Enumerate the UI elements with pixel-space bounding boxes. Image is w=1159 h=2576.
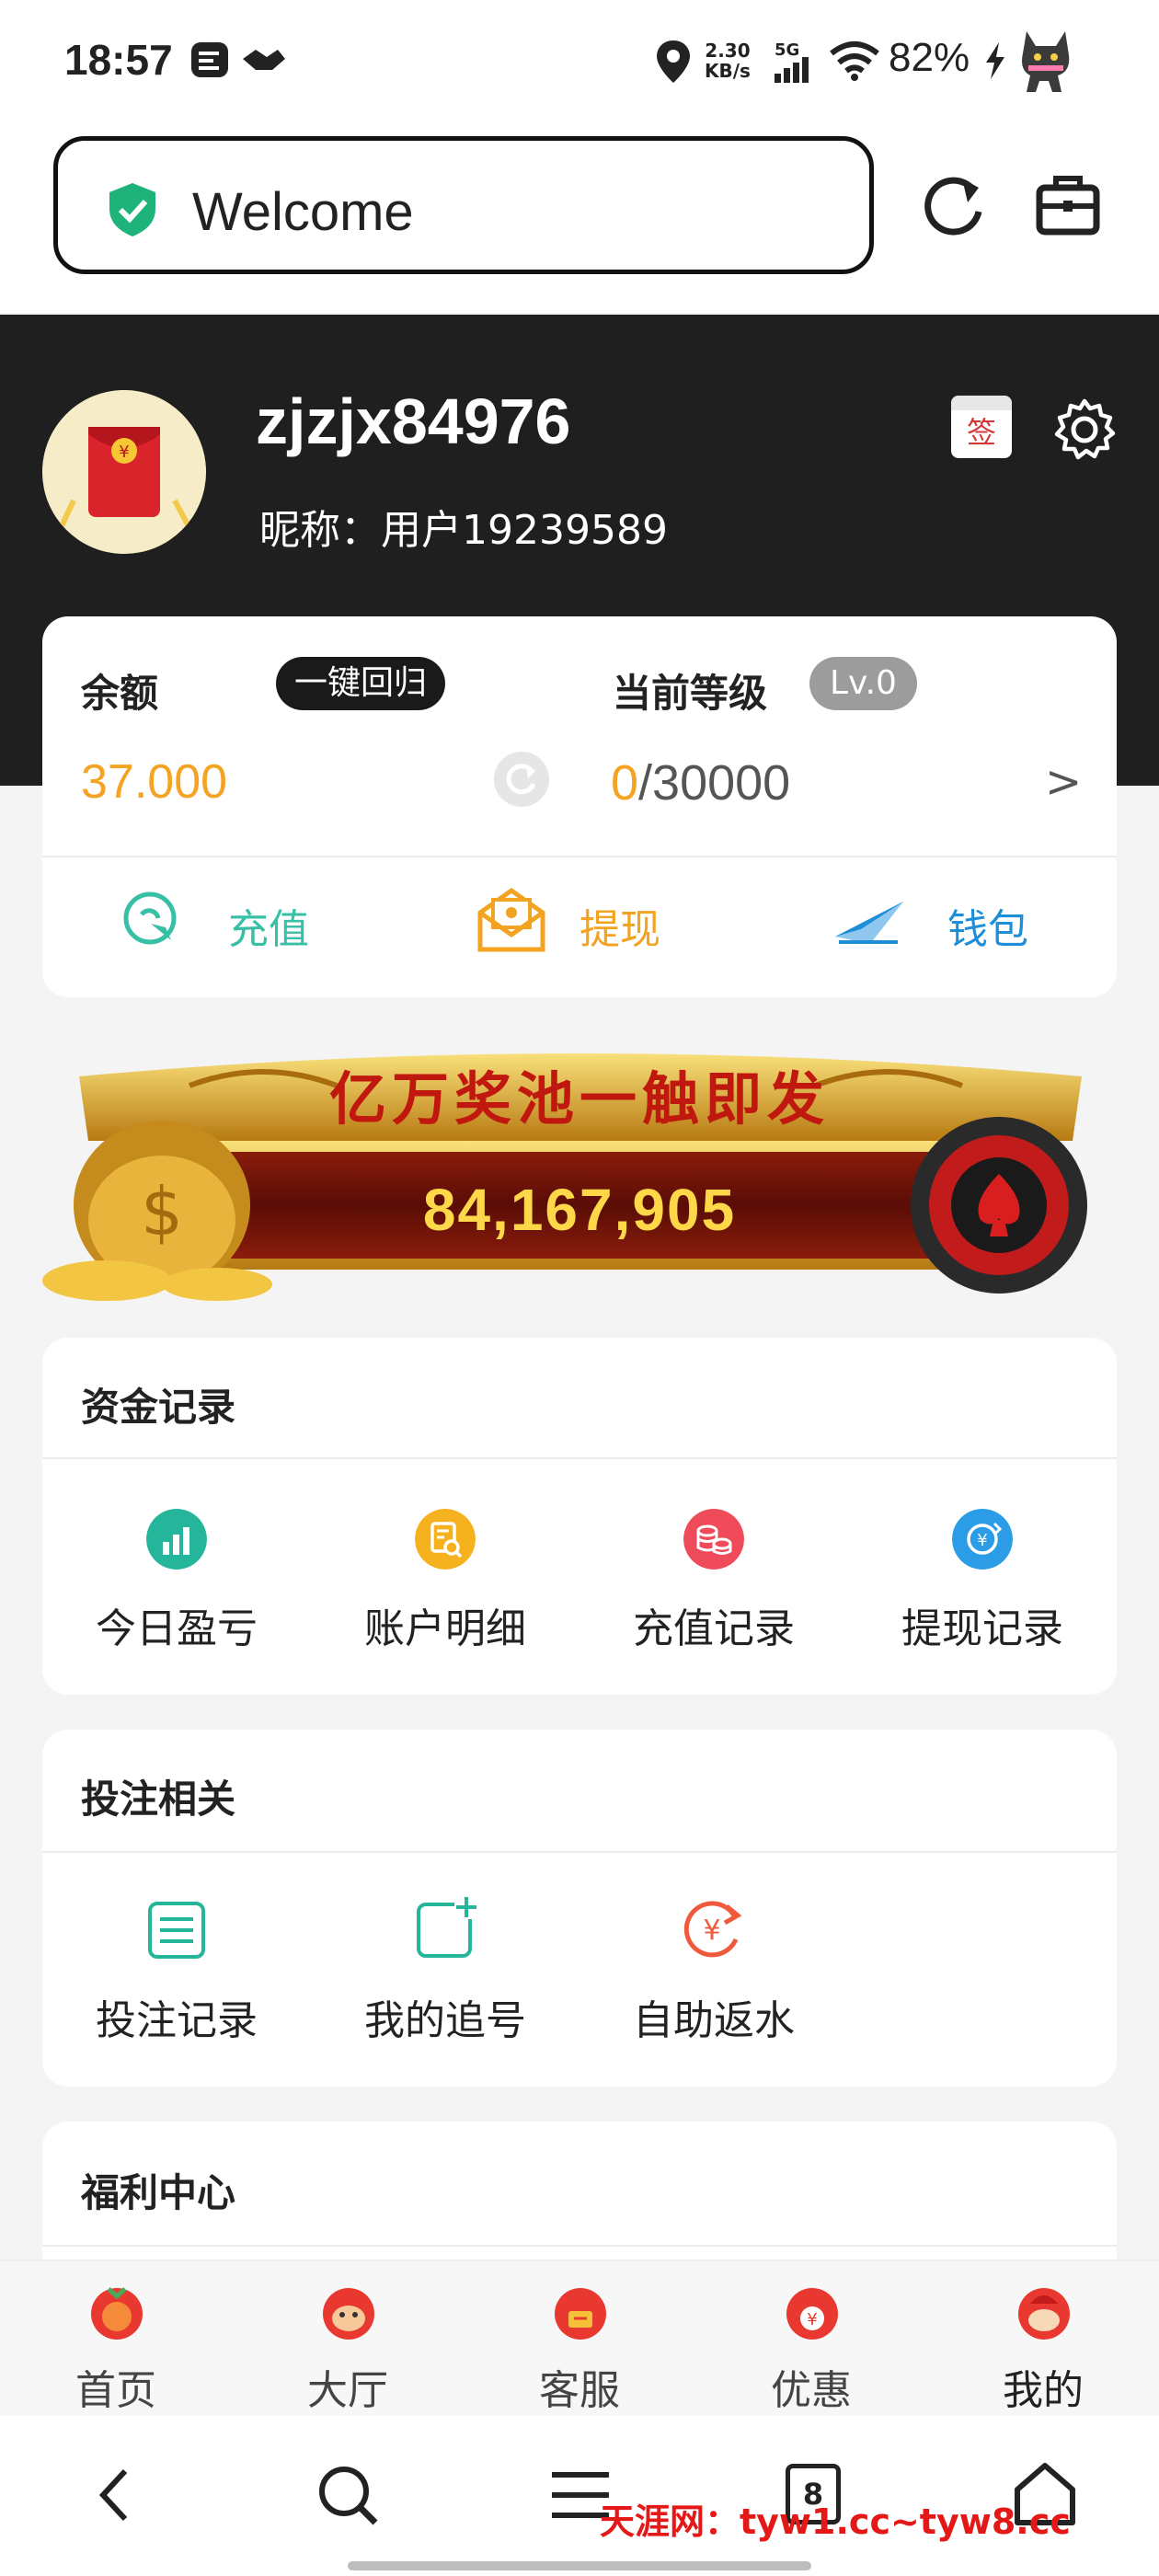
- tab-service[interactable]: 客服: [464, 2261, 695, 2418]
- grid-item-account-details[interactable]: 账户明细: [311, 1457, 580, 1695]
- grid-item-label: 账户明细: [364, 1605, 526, 1652]
- svg-text:¥: ¥: [807, 2310, 817, 2329]
- tab-label: 大厅: [307, 2367, 388, 2414]
- document-search-icon: [415, 1509, 476, 1570]
- level-detail-chevron[interactable]: >: [1045, 756, 1082, 808]
- network-speed: 2.30 KB/s: [705, 40, 751, 82]
- promotions-mascot-icon: ¥: [786, 2288, 838, 2340]
- avatar[interactable]: ¥: [42, 390, 206, 554]
- recharge-label: 充值: [228, 906, 309, 953]
- level-progress-current: 0: [611, 755, 639, 811]
- location-icon: [657, 40, 690, 83]
- coins-icon: [683, 1509, 744, 1570]
- tab-home[interactable]: 首页: [0, 2261, 232, 2418]
- handshake-icon: [243, 50, 285, 70]
- betting-card: 投注相关 投注记录 我的追号 ¥ 自助返水: [42, 1730, 1117, 2087]
- gear-icon[interactable]: [1052, 397, 1117, 462]
- recall-button[interactable]: 一键回归: [276, 657, 446, 710]
- status-time: 18:57: [64, 36, 173, 84]
- reload-icon[interactable]: [920, 173, 988, 241]
- grid-item-label: 我的追号: [364, 1997, 526, 2044]
- yen-refund-icon: ¥: [683, 1901, 742, 1958]
- recharge-icon: [123, 891, 177, 945]
- sign-in-button[interactable]: 签: [951, 396, 1012, 458]
- search-icon[interactable]: [316, 2464, 381, 2528]
- bottom-tab-bar: 首页 大厅 客服 ¥ 优惠 我的: [0, 2260, 1159, 2416]
- username: zjzjx84976: [256, 385, 571, 457]
- welfare-title: 福利中心: [81, 2170, 236, 2215]
- browser-toolbar: Welcome: [0, 129, 1159, 313]
- battery-level: 82%: [889, 35, 970, 80]
- lobby-mascot-icon: [323, 2288, 374, 2340]
- balance-value: 37.000: [81, 755, 228, 809]
- grid-item-withdraw-records[interactable]: ¥ 提现记录: [848, 1457, 1117, 1695]
- address-text: Welcome: [192, 182, 414, 242]
- grid-item-label: 自助返水: [633, 1997, 795, 2044]
- list-icon: [148, 1902, 205, 1959]
- level-progress: 0/30000: [611, 754, 790, 811]
- service-mascot-icon: [555, 2288, 606, 2340]
- watermark: 天涯网：tyw1.cc~tyw8.cc: [600, 2501, 1071, 2542]
- grid-item-label: 今日盈亏: [96, 1605, 258, 1652]
- add-note-icon: [417, 1895, 478, 1958]
- grid-item-label: 投注记录: [96, 1997, 258, 2044]
- system-nav-bar: 8 天涯网：tyw1.cc~tyw8.cc: [0, 2416, 1159, 2576]
- chart-icon: [146, 1509, 207, 1570]
- back-icon[interactable]: [96, 2466, 132, 2524]
- grid-item-self-rebate[interactable]: ¥ 自助返水: [580, 1851, 848, 2087]
- tab-label: 优惠: [771, 2367, 852, 2414]
- grid-item-label: 提现记录: [901, 1605, 1063, 1652]
- svg-text:¥: ¥: [703, 1915, 720, 1947]
- level-label: 当前等级: [613, 671, 768, 716]
- status-bar: 18:57 2.30 KB/s 5G 82%: [0, 0, 1159, 129]
- wallet-button[interactable]: 钱包: [833, 885, 1109, 986]
- level-progress-total: /30000: [638, 755, 791, 811]
- account-card: 余额 一键回归 37.000 当前等级 Lv.0 0/30000 > 充值 提现…: [42, 616, 1117, 997]
- red-envelope-icon: ¥: [42, 390, 206, 554]
- grid-item-today-pnl[interactable]: 今日盈亏: [42, 1457, 311, 1695]
- withdraw-button[interactable]: 提现: [475, 885, 769, 986]
- grid-item-label: 充值记录: [633, 1605, 795, 1652]
- jackpot-banner[interactable]: $ 亿万奖池一触即发 84,167,905: [42, 1040, 1117, 1306]
- fund-records-card: 资金记录 今日盈亏 账户明细 充值记录 ¥ 提现记录: [42, 1338, 1117, 1695]
- tab-lobby[interactable]: 大厅: [232, 2261, 464, 2418]
- level-badge: Lv.0: [809, 657, 917, 710]
- jackpot-amount: 84,167,905: [422, 1177, 737, 1243]
- cat-icon: [1022, 31, 1070, 92]
- tab-label: 客服: [539, 2367, 620, 2414]
- svg-text:¥: ¥: [119, 443, 129, 462]
- shield-check-icon: [109, 183, 155, 236]
- grid-item-recharge-records[interactable]: 充值记录: [580, 1457, 848, 1695]
- charging-icon: [986, 42, 1004, 79]
- wallet-label: 钱包: [947, 906, 1028, 953]
- tab-promotions[interactable]: ¥ 优惠: [695, 2261, 927, 2418]
- nickname: 昵称：用户19239589: [259, 507, 668, 554]
- grid-item-bet-records[interactable]: 投注记录: [42, 1851, 311, 2087]
- yen-exchange-icon: ¥: [952, 1509, 1013, 1570]
- mine-mascot-icon: [1018, 2288, 1070, 2340]
- fund-records-title: 资金记录: [81, 1385, 236, 1430]
- betting-title: 投注相关: [81, 1777, 236, 1822]
- grid-item-my-chase[interactable]: 我的追号: [311, 1851, 580, 2087]
- balance-label: 余额: [81, 671, 159, 716]
- wifi-icon: [830, 41, 879, 81]
- refresh-balance-icon[interactable]: [493, 751, 550, 808]
- withdraw-label: 提现: [580, 906, 660, 953]
- paper-plane-icon: [835, 902, 903, 944]
- app-notification-icon: [191, 42, 228, 77]
- svg-text:¥: ¥: [977, 1531, 987, 1550]
- toolbox-icon[interactable]: [1036, 175, 1100, 236]
- sign-in-label: 签: [966, 415, 996, 450]
- address-bar[interactable]: Welcome: [53, 136, 874, 274]
- jackpot-title: 亿万奖池一触即发: [328, 1065, 830, 1133]
- signal-icon: [775, 57, 809, 83]
- envelope-money-icon: [477, 887, 545, 952]
- recharge-button[interactable]: 充值: [98, 885, 392, 986]
- gesture-handle[interactable]: [348, 2561, 811, 2570]
- tab-label: 首页: [75, 2367, 156, 2414]
- tab-label: 我的: [1003, 2367, 1084, 2414]
- home-mascot-icon: [91, 2287, 143, 2340]
- tab-mine[interactable]: 我的: [927, 2261, 1159, 2418]
